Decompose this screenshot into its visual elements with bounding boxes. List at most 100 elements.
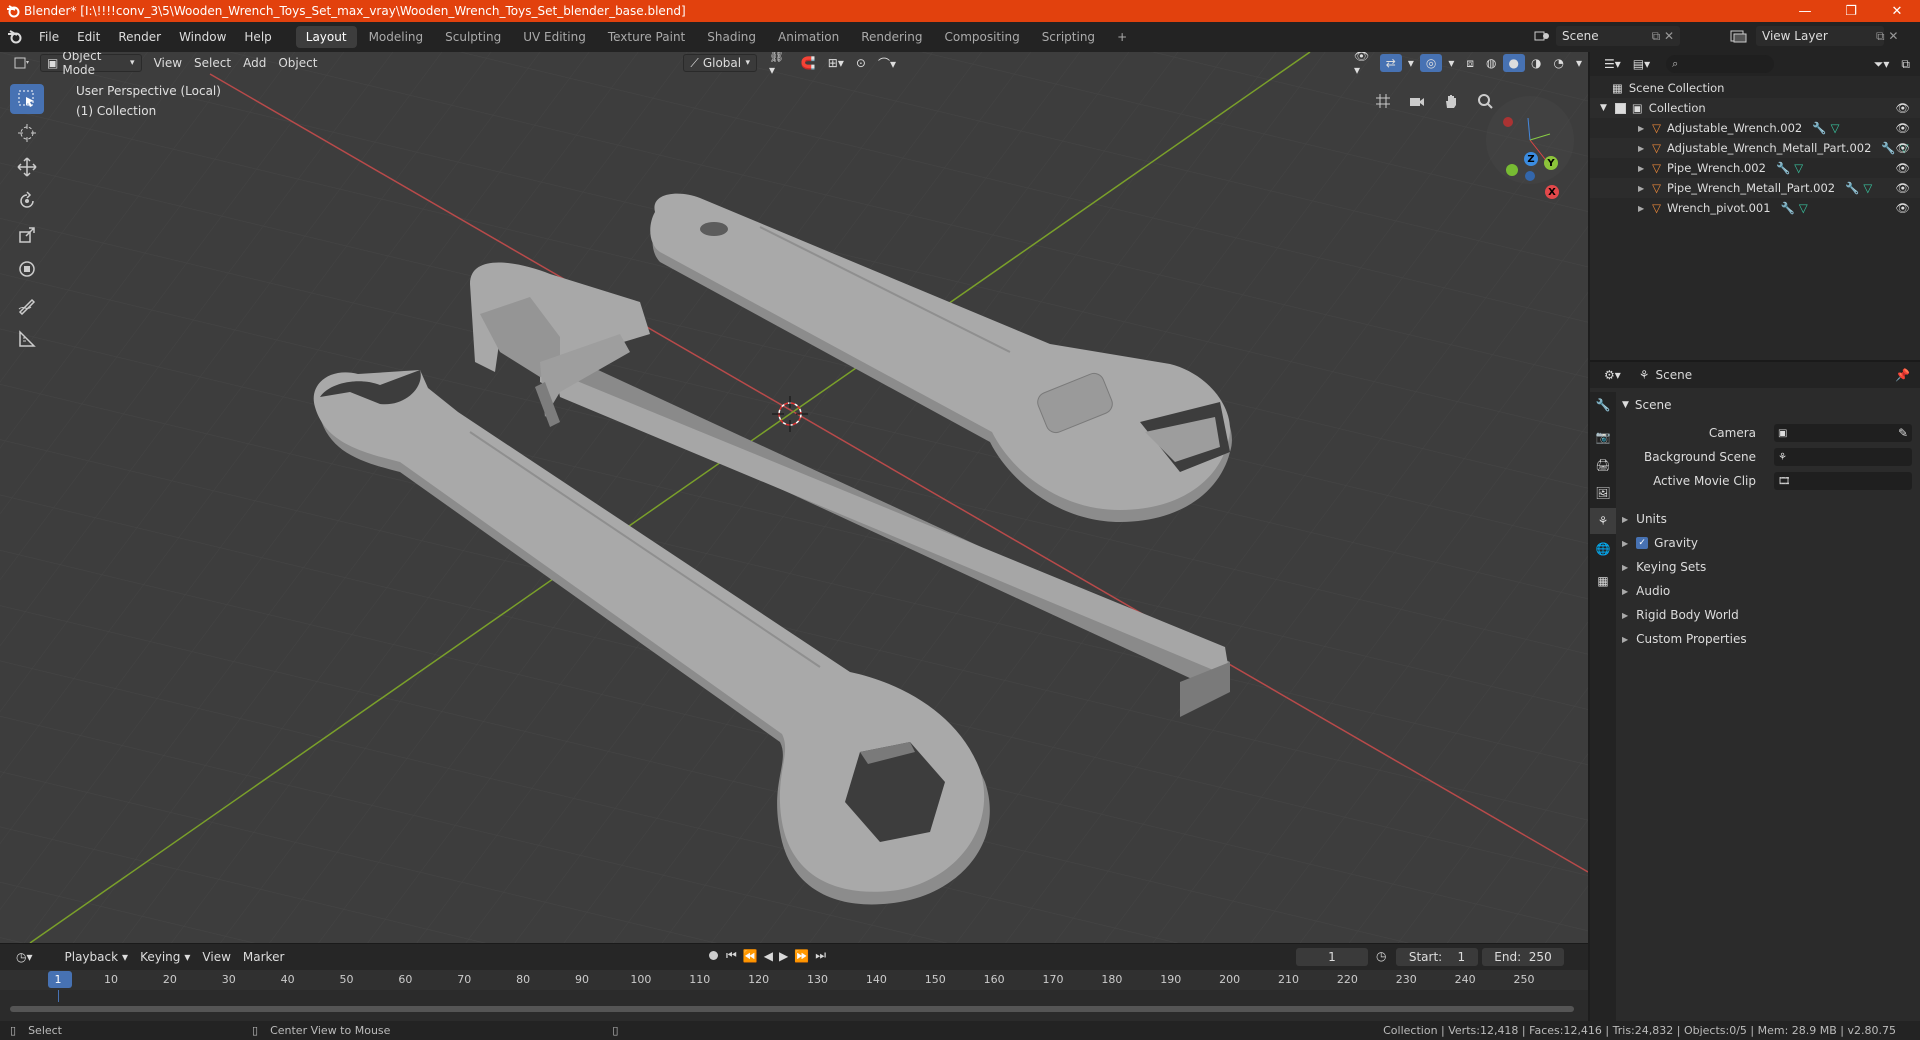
outliner-object-row[interactable]: ▶ ▽ Wrench_pivot.001 🔧 ▽ 👁 (1590, 198, 1920, 218)
play-icon[interactable]: ▶ (779, 949, 788, 963)
camera-field[interactable]: ▣ ✎ (1774, 424, 1912, 442)
visibility-eye-icon[interactable]: 👁 (1895, 161, 1910, 175)
jump-end-icon[interactable]: ⏭ (815, 948, 826, 963)
tab-uv-editing[interactable]: UV Editing (513, 26, 596, 48)
outliner-editor[interactable]: ☰▾ ▤▾ ⌕ ⏷▾ ⧉ ▦ Scene Collection ▼ ▣ Coll… (1590, 52, 1920, 360)
overlays-menu-icon[interactable]: ▾ (1442, 54, 1460, 72)
outliner-object-row[interactable]: ▶ ▽ Pipe_Wrench.002 🔧 ▽ 👁 (1590, 158, 1920, 178)
visibility-eye-icon[interactable]: 👁 (1895, 121, 1910, 135)
wireframe-shading-icon[interactable]: ◍ (1480, 54, 1502, 72)
object-mode-dropdown[interactable]: ▣ Object Mode ▾ (40, 52, 142, 77)
outliner-object-row[interactable]: ▶ ▽ Adjustable_Wrench_Metall_Part.002 🔧 ▽ 👁 (1590, 138, 1920, 158)
gizmo-x-axis[interactable]: X (1545, 185, 1559, 199)
pin-icon[interactable]: 📌 (1895, 368, 1910, 382)
tab-tool-icon[interactable]: 🔧 (1590, 392, 1616, 418)
timeline-editor[interactable]: ◷▾ Playback ▾ Keying ▾ View Marker ⏮ ⏪ ◀ ▶… (0, 943, 1588, 1021)
gizmo-z-axis[interactable]: Z (1524, 152, 1538, 166)
background-scene-field[interactable]: ⚘ (1774, 448, 1912, 466)
falloff-icon[interactable]: ⌒▾ (872, 54, 902, 72)
visibility-eye-icon[interactable]: 👁 (1895, 201, 1910, 215)
3d-viewport[interactable]: Z Y X ▣ Object Mode ▾ View Select Add Ob… (0, 52, 1588, 943)
play-reverse-icon[interactable]: ◀ (764, 949, 773, 963)
mesh-data-icon[interactable]: ▽ (1794, 161, 1803, 175)
current-frame-field[interactable]: 1 (1296, 948, 1368, 966)
tab-view-layer-icon[interactable]: 🖼 (1590, 480, 1616, 506)
menu-file[interactable]: File (30, 30, 68, 44)
outliner-search-input[interactable]: ⌕ (1666, 55, 1775, 73)
scene-selector[interactable]: Scene ⧉ ✕ (1556, 26, 1680, 46)
timeline-menu-marker[interactable]: Marker (237, 948, 290, 966)
properties-section-header[interactable]: ▶ Units (1622, 508, 1912, 530)
movie-clip-field[interactable]: 🎞 (1774, 472, 1912, 490)
camera-view-icon[interactable] (1404, 88, 1430, 114)
new-collection-icon[interactable]: ⧉ (1895, 55, 1916, 73)
properties-section-header[interactable]: ▶ Audio (1622, 580, 1912, 602)
transform-orientation-dropdown[interactable]: ⟋ Global ▾ (683, 54, 758, 72)
snap-icon[interactable]: 🧲 (795, 54, 822, 72)
modifier-wrench-icon[interactable]: 🔧 (1881, 141, 1895, 155)
viewport-menu-select[interactable]: Select (188, 54, 237, 72)
start-frame-field[interactable]: Start: 1 (1396, 948, 1478, 966)
scene-collection-row[interactable]: ▦ Scene Collection (1590, 78, 1920, 98)
pivot-point-icon[interactable]: ⛓▾ (763, 52, 795, 77)
scene-actions-icon[interactable]: ⧉ ✕ (1652, 29, 1674, 44)
collection-row[interactable]: ▼ ▣ Collection 👁 (1590, 98, 1920, 118)
properties-section-header[interactable]: ▶ Rigid Body World (1622, 604, 1912, 626)
close-button[interactable]: ✕ (1874, 0, 1920, 22)
properties-editor-type-icon[interactable]: ⚙▾ (1598, 366, 1627, 384)
shading-menu-icon[interactable]: ▾ (1570, 54, 1588, 72)
outliner-object-row[interactable]: ▶ ▽ Adjustable_Wrench.002 🔧 ▽ 👁 (1590, 118, 1920, 138)
outliner-object-row[interactable]: ▶ ▽ Pipe_Wrench_Metall_Part.002 🔧 ▽ 👁 (1590, 178, 1920, 198)
visibility-icon[interactable]: 👁▾ (1348, 52, 1380, 77)
tab-shading[interactable]: Shading (697, 26, 766, 48)
view-layer-selector[interactable]: View Layer (1756, 26, 1884, 46)
tab-texture-paint[interactable]: Texture Paint (598, 26, 695, 48)
menu-edit[interactable]: Edit (68, 30, 109, 44)
tab-rendering[interactable]: Rendering (851, 26, 932, 48)
jump-keyframe-forward-icon[interactable]: ⏩ (794, 949, 809, 963)
proportional-edit-icon[interactable]: ⊙ (850, 54, 872, 72)
viewport-menu-object[interactable]: Object (272, 54, 323, 72)
xray-toggle-icon[interactable]: ⧈ (1460, 54, 1480, 72)
visibility-eye-icon[interactable]: 👁 (1895, 181, 1910, 195)
scale-tool[interactable] (10, 220, 44, 250)
end-frame-field[interactable]: End: 250 (1482, 948, 1564, 966)
tab-output-icon[interactable]: 🖨 (1590, 452, 1616, 478)
editor-type-button[interactable] (8, 54, 36, 72)
properties-editor[interactable]: ⚙▾ ⚘ Scene 📌 🔧 📷 🖨 🖼 ⚘ 🌐 ▦ ▼ Scene Camer… (1590, 360, 1920, 1023)
timeline-scrollbar[interactable] (10, 1006, 1574, 1012)
timeline-menu-playback[interactable]: Playback ▾ (59, 948, 135, 966)
visibility-eye-icon[interactable]: 👁 (1895, 141, 1910, 155)
jump-start-icon[interactable]: ⏮ (726, 948, 737, 963)
rendered-shading-icon[interactable]: ◔ (1547, 54, 1569, 72)
zoom-icon[interactable] (1472, 88, 1498, 114)
tab-animation[interactable]: Animation (768, 26, 849, 48)
tab-render-icon[interactable]: 📷 (1590, 424, 1616, 450)
viewport-scene[interactable] (0, 52, 1588, 943)
measure-tool[interactable] (10, 324, 44, 354)
gizmo-y-axis[interactable]: Y (1544, 156, 1558, 170)
expand-arrow-icon[interactable]: ▶ (1638, 124, 1644, 133)
properties-section-header[interactable]: ▶ Custom Properties (1622, 628, 1912, 650)
collection-checkbox[interactable] (1614, 102, 1626, 114)
expand-arrow-icon[interactable]: ▶ (1638, 204, 1644, 213)
mesh-data-icon[interactable]: ▽ (1831, 121, 1840, 135)
tab-texture-icon[interactable]: ▦ (1590, 568, 1616, 594)
properties-section-header[interactable]: ▶ ✓ Gravity (1622, 532, 1912, 554)
tab-scene-icon[interactable]: ⚘ (1590, 508, 1616, 534)
snap-target-icon[interactable]: ⊞▾ (822, 54, 850, 72)
gravity-checkbox[interactable]: ✓ (1636, 537, 1649, 549)
tab-world-icon[interactable]: 🌐 (1590, 536, 1616, 562)
expand-arrow-icon[interactable]: ▶ (1638, 184, 1644, 193)
modifier-wrench-icon[interactable]: 🔧 (1781, 201, 1795, 215)
material-shading-icon[interactable]: ◑ (1525, 54, 1547, 72)
eyedropper-icon[interactable]: ✎ (1898, 426, 1908, 440)
preview-range-icon[interactable]: ◷ (1376, 949, 1386, 963)
frame-ruler[interactable]: 1 10 20 30 40 50 60 70 80 90 100 110 120 130 140 150 160… (0, 970, 1588, 990)
scene-panel-header[interactable]: ▼ Scene (1622, 394, 1912, 416)
overlays-toggle-icon[interactable]: ◎ (1419, 54, 1443, 72)
solid-shading-icon[interactable]: ● (1502, 54, 1525, 72)
modifier-wrench-icon[interactable]: 🔧 (1812, 121, 1826, 135)
add-workspace-button[interactable]: + (1107, 26, 1137, 48)
expand-arrow-icon[interactable]: ▶ (1638, 144, 1644, 153)
